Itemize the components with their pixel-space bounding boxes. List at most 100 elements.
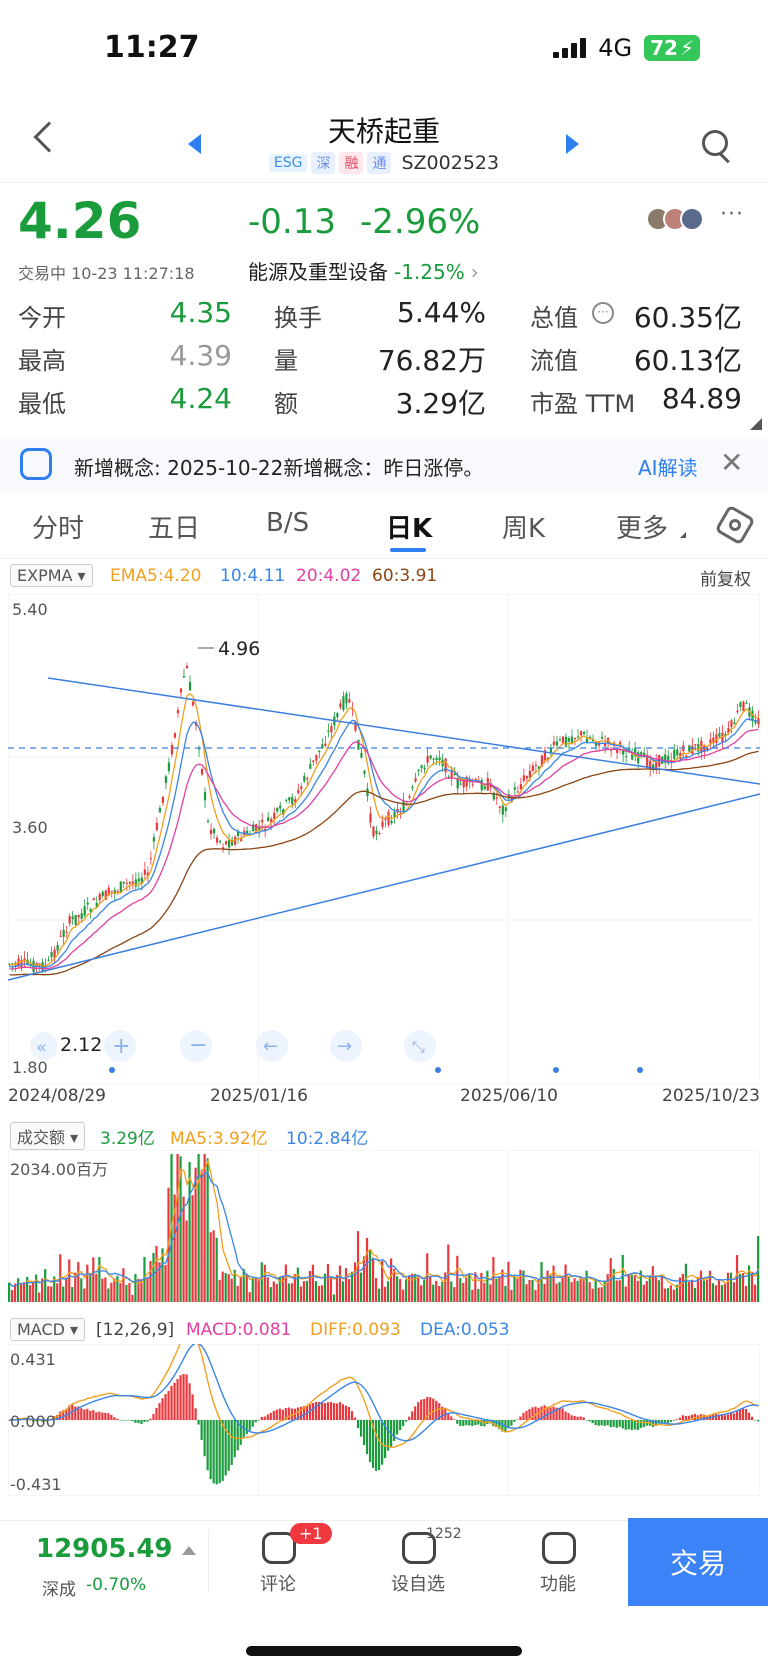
adjust-mode[interactable]: 前复权 (700, 565, 751, 590)
date-2: 2025/01/16 (210, 1086, 308, 1106)
high-label: 最高 (18, 347, 66, 375)
volume-indicator-name: 成交额 (17, 1128, 66, 1147)
status-time: 11:27 (104, 30, 200, 65)
tag-connect: 通 (367, 152, 392, 174)
tab-intraday[interactable]: 分时 (32, 508, 84, 545)
diff-value: DIFF:0.093 (310, 1320, 401, 1340)
macd-y-mid: 0.000 (10, 1412, 56, 1431)
macd-y-top: 0.431 (10, 1350, 56, 1369)
volume-label: 量 (274, 347, 298, 375)
trendline-upper (47, 677, 760, 785)
open-value: 4.35 (169, 296, 232, 329)
high-value: 4.39 (169, 339, 232, 372)
total-cap-label: 总值 (530, 304, 578, 332)
low-value: 4.24 (169, 382, 232, 415)
macd-indicator-select[interactable]: MACD ▾ (10, 1318, 86, 1341)
tag-market: 深 (311, 152, 336, 174)
network-type: 4G (598, 34, 633, 62)
function-label[interactable]: 功能 (518, 1570, 598, 1596)
turnover-value: 5.44% (397, 296, 486, 329)
price-change: -0.13 (248, 202, 336, 242)
ema60-value: 60:3.91 (372, 566, 438, 586)
more-icon[interactable]: ··· (720, 202, 744, 227)
index-expand-icon[interactable] (182, 1546, 196, 1555)
expand-corner-icon[interactable] (750, 418, 762, 430)
tab-more[interactable]: 更多 (616, 508, 668, 545)
kline-indicator-select[interactable]: EXPMA ▾ (10, 564, 93, 587)
trade-status: 交易中 10-23 11:27:18 (18, 264, 195, 283)
tab-five-day[interactable]: 五日 (148, 508, 200, 545)
volume-current: 3.29亿 (100, 1129, 155, 1149)
battery-icon: 72 ⚡ (644, 35, 700, 61)
comment-label[interactable]: 评论 (238, 1570, 318, 1596)
macd-params: [12,26,9] (96, 1320, 175, 1340)
info-icon[interactable]: ··· (592, 302, 614, 324)
macd-y-bottom: -0.431 (10, 1475, 62, 1494)
macd-chart (8, 1344, 760, 1496)
date-end: 2025/10/23 (662, 1086, 760, 1106)
amount-value: 3.29亿 (395, 387, 486, 420)
date-3: 2025/06/10 (460, 1086, 558, 1106)
volume-value: 76.82万 (377, 344, 486, 377)
trade-button[interactable]: 交易 (628, 1518, 768, 1606)
ema5-value: EMA5:4.20 (110, 566, 202, 586)
min-price-label: 2.12 (60, 1034, 103, 1056)
y-axis-mid: 3.60 (12, 818, 48, 837)
concept-icon (20, 448, 52, 480)
battery-level: 72 (650, 36, 678, 60)
float-cap-value: 60.13亿 (633, 344, 742, 377)
watch-label[interactable]: 设自选 (378, 1570, 458, 1596)
ema20-value: 20:4.02 (296, 566, 362, 586)
index-pct: -0.70% (86, 1575, 147, 1595)
svg-text:+: + (112, 1034, 130, 1059)
menu-icon[interactable] (542, 1532, 576, 1564)
comment-badge: +1 (290, 1523, 332, 1544)
close-icon[interactable]: ✕ (720, 446, 743, 479)
status-indicators: 4G 72 ⚡ (553, 34, 700, 62)
macd-indicator-name: MACD (17, 1320, 65, 1339)
industry-name: 能源及重型设备 (248, 260, 388, 284)
tab-underline (390, 548, 426, 552)
current-price: 4.26 (18, 192, 142, 250)
price-change-pct: -2.96% (360, 202, 481, 242)
y-axis-bottom: 1.80 (12, 1058, 48, 1077)
kline-indicator-name: EXPMA (17, 566, 73, 585)
svg-text:←: ← (263, 1036, 278, 1057)
ai-interpret-link[interactable]: AI解读 (638, 452, 698, 481)
index-value[interactable]: 12905.49 (36, 1534, 173, 1564)
volume-chart (8, 1150, 760, 1302)
kline-chart[interactable]: « + − ← → ⤡ (8, 594, 760, 1084)
low-label: 最低 (18, 390, 66, 418)
tab-weekly-k[interactable]: 周K (502, 508, 545, 545)
svg-text:⤡: ⤡ (412, 1037, 425, 1056)
date-start: 2024/08/29 (8, 1086, 106, 1106)
volume-ma10: 10:2.84亿 (286, 1129, 369, 1149)
float-cap-label: 流值 (530, 347, 578, 375)
pe-label: 市盈 TTM (530, 390, 636, 418)
chevron-right-icon: › (470, 260, 479, 284)
index-name: 深成 (42, 1580, 76, 1600)
volume-y-top: 2034.00百万 (10, 1160, 109, 1179)
concept-text: 新增概念: 2025-10-22新增概念：昨日涨停。 (74, 456, 484, 480)
svg-text:−: − (189, 1033, 207, 1058)
amount-label: 额 (274, 390, 298, 418)
pe-value: 84.89 (661, 382, 742, 415)
svg-text:→: → (337, 1036, 352, 1057)
avatar-group[interactable] (646, 207, 704, 231)
watch-count: 1252 (426, 1526, 462, 1542)
signal-icon (553, 38, 587, 58)
more-caret-icon (680, 532, 686, 538)
ema10-value: 10:4.11 (220, 566, 286, 586)
macd-value: MACD:0.081 (186, 1320, 292, 1340)
stock-tags: ESG 深 融 通 SZ002523 (0, 152, 768, 174)
volume-ma5: MA5:3.92亿 (170, 1129, 268, 1149)
tab-bs[interactable]: B/S (266, 508, 309, 538)
turnover-label: 换手 (274, 304, 322, 332)
dea-value: DEA:0.053 (420, 1320, 510, 1340)
tag-esg[interactable]: ESG (268, 154, 308, 172)
volume-indicator-select[interactable]: 成交额 ▾ (10, 1122, 86, 1150)
industry-link[interactable]: 能源及重型设备 -1.25% › (248, 256, 479, 285)
industry-pct: -1.25% (394, 260, 465, 284)
stock-code: SZ002523 (401, 152, 500, 174)
tab-daily-k[interactable]: 日K (386, 508, 432, 545)
